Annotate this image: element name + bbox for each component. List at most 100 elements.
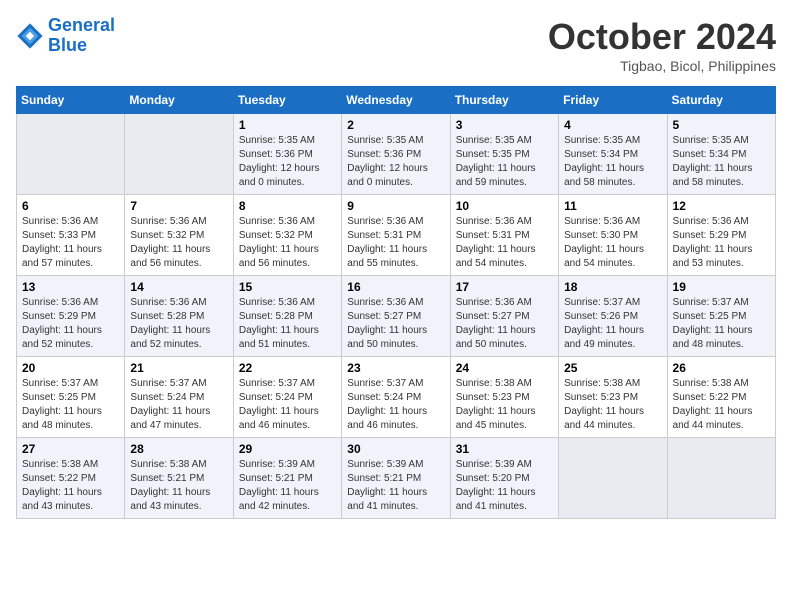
day-detail: Sunrise: 5:36 AM Sunset: 5:32 PM Dayligh… — [130, 215, 227, 271]
day-number: 12 — [673, 199, 770, 213]
day-detail: Sunrise: 5:39 AM Sunset: 5:20 PM Dayligh… — [456, 458, 553, 514]
calendar-cell: 29 Sunrise: 5:39 AM Sunset: 5:21 PM Dayli… — [233, 438, 341, 519]
day-detail: Sunrise: 5:36 AM Sunset: 5:29 PM Dayligh… — [22, 296, 119, 352]
calendar-week-row: 1 Sunrise: 5:35 AM Sunset: 5:36 PM Daylig… — [17, 114, 776, 195]
day-number: 4 — [564, 118, 661, 132]
day-detail: Sunrise: 5:36 AM Sunset: 5:31 PM Dayligh… — [347, 215, 444, 271]
day-number: 28 — [130, 442, 227, 456]
weekday-header: Friday — [559, 87, 667, 114]
day-number: 24 — [456, 361, 553, 375]
calendar-cell — [559, 438, 667, 519]
calendar-cell: 12 Sunrise: 5:36 AM Sunset: 5:29 PM Dayli… — [667, 195, 775, 276]
logo-line1: General — [48, 15, 115, 35]
day-number: 9 — [347, 199, 444, 213]
day-detail: Sunrise: 5:36 AM Sunset: 5:27 PM Dayligh… — [456, 296, 553, 352]
day-number: 1 — [239, 118, 336, 132]
weekday-header: Tuesday — [233, 87, 341, 114]
day-number: 17 — [456, 280, 553, 294]
calendar-cell: 28 Sunrise: 5:38 AM Sunset: 5:21 PM Dayli… — [125, 438, 233, 519]
day-detail: Sunrise: 5:36 AM Sunset: 5:28 PM Dayligh… — [239, 296, 336, 352]
day-number: 16 — [347, 280, 444, 294]
calendar-cell: 5Sunrise: 5:35 AM Sunset: 5:34 PM Daylig… — [667, 114, 775, 195]
day-number: 18 — [564, 280, 661, 294]
calendar-cell: 3 Sunrise: 5:35 AM Sunset: 5:35 PM Daylig… — [450, 114, 558, 195]
calendar-cell: 11 Sunrise: 5:36 AM Sunset: 5:30 PM Dayli… — [559, 195, 667, 276]
day-number: 7 — [130, 199, 227, 213]
calendar-table: SundayMondayTuesdayWednesdayThursdayFrid… — [16, 86, 776, 519]
calendar-cell: 1 Sunrise: 5:35 AM Sunset: 5:36 PM Daylig… — [233, 114, 341, 195]
day-detail: Sunrise: 5:36 AM Sunset: 5:28 PM Dayligh… — [130, 296, 227, 352]
calendar-cell — [667, 438, 775, 519]
calendar-cell: 14Sunrise: 5:36 AM Sunset: 5:28 PM Dayli… — [125, 276, 233, 357]
calendar-cell: 15 Sunrise: 5:36 AM Sunset: 5:28 PM Dayli… — [233, 276, 341, 357]
location: Tigbao, Bicol, Philippines — [548, 58, 776, 74]
day-number: 27 — [22, 442, 119, 456]
day-number: 3 — [456, 118, 553, 132]
day-detail: Sunrise: 5:38 AM Sunset: 5:22 PM Dayligh… — [673, 377, 770, 433]
calendar-cell — [125, 114, 233, 195]
calendar-cell: 26 Sunrise: 5:38 AM Sunset: 5:22 PM Dayli… — [667, 357, 775, 438]
calendar-cell: 17 Sunrise: 5:36 AM Sunset: 5:27 PM Dayli… — [450, 276, 558, 357]
day-number: 25 — [564, 361, 661, 375]
day-number: 20 — [22, 361, 119, 375]
day-detail: Sunrise: 5:39 AM Sunset: 5:21 PM Dayligh… — [239, 458, 336, 514]
day-number: 11 — [564, 199, 661, 213]
day-detail: Sunrise: 5:36 AM Sunset: 5:27 PM Dayligh… — [347, 296, 444, 352]
day-detail: Sunrise: 5:38 AM Sunset: 5:23 PM Dayligh… — [456, 377, 553, 433]
day-detail: Sunrise: 5:35 AM Sunset: 5:36 PM Dayligh… — [347, 134, 444, 190]
day-detail: Sunrise: 5:37 AM Sunset: 5:24 PM Dayligh… — [130, 377, 227, 433]
weekday-header: Sunday — [17, 87, 125, 114]
day-detail: Sunrise: 5:36 AM Sunset: 5:29 PM Dayligh… — [673, 215, 770, 271]
day-number: 22 — [239, 361, 336, 375]
day-number: 31 — [456, 442, 553, 456]
day-detail: Sunrise: 5:35 AM Sunset: 5:35 PM Dayligh… — [456, 134, 553, 190]
day-detail: Sunrise: 5:36 AM Sunset: 5:31 PM Dayligh… — [456, 215, 553, 271]
calendar-week-row: 27Sunrise: 5:38 AM Sunset: 5:22 PM Dayli… — [17, 438, 776, 519]
day-number: 29 — [239, 442, 336, 456]
day-detail: Sunrise: 5:35 AM Sunset: 5:36 PM Dayligh… — [239, 134, 336, 190]
day-detail: Sunrise: 5:36 AM Sunset: 5:30 PM Dayligh… — [564, 215, 661, 271]
calendar-cell: 10Sunrise: 5:36 AM Sunset: 5:31 PM Dayli… — [450, 195, 558, 276]
logo-text: General Blue — [48, 16, 115, 56]
day-detail: Sunrise: 5:38 AM Sunset: 5:21 PM Dayligh… — [130, 458, 227, 514]
day-detail: Sunrise: 5:37 AM Sunset: 5:25 PM Dayligh… — [22, 377, 119, 433]
day-detail: Sunrise: 5:39 AM Sunset: 5:21 PM Dayligh… — [347, 458, 444, 514]
day-detail: Sunrise: 5:36 AM Sunset: 5:32 PM Dayligh… — [239, 215, 336, 271]
day-detail: Sunrise: 5:37 AM Sunset: 5:24 PM Dayligh… — [239, 377, 336, 433]
calendar-cell: 7 Sunrise: 5:36 AM Sunset: 5:32 PM Daylig… — [125, 195, 233, 276]
day-number: 21 — [130, 361, 227, 375]
day-number: 30 — [347, 442, 444, 456]
day-detail: Sunrise: 5:37 AM Sunset: 5:25 PM Dayligh… — [673, 296, 770, 352]
logo-icon — [16, 22, 44, 50]
calendar-cell: 21 Sunrise: 5:37 AM Sunset: 5:24 PM Dayli… — [125, 357, 233, 438]
page-header: General Blue October 2024 Tigbao, Bicol,… — [16, 16, 776, 74]
logo-line2: Blue — [48, 35, 87, 55]
calendar-cell: 20 Sunrise: 5:37 AM Sunset: 5:25 PM Dayli… — [17, 357, 125, 438]
month-title: October 2024 — [548, 16, 776, 58]
day-detail: Sunrise: 5:35 AM Sunset: 5:34 PM Dayligh… — [564, 134, 661, 190]
day-detail: Sunrise: 5:37 AM Sunset: 5:24 PM Dayligh… — [347, 377, 444, 433]
day-detail: Sunrise: 5:36 AM Sunset: 5:33 PM Dayligh… — [22, 215, 119, 271]
calendar-cell: 31 Sunrise: 5:39 AM Sunset: 5:20 PM Dayli… — [450, 438, 558, 519]
calendar-week-row: 13Sunrise: 5:36 AM Sunset: 5:29 PM Dayli… — [17, 276, 776, 357]
day-detail: Sunrise: 5:38 AM Sunset: 5:23 PM Dayligh… — [564, 377, 661, 433]
day-number: 19 — [673, 280, 770, 294]
day-number: 2 — [347, 118, 444, 132]
calendar-header-row: SundayMondayTuesdayWednesdayThursdayFrid… — [17, 87, 776, 114]
calendar-week-row: 20 Sunrise: 5:37 AM Sunset: 5:25 PM Dayli… — [17, 357, 776, 438]
day-number: 6 — [22, 199, 119, 213]
calendar-cell — [17, 114, 125, 195]
calendar-cell: 22 Sunrise: 5:37 AM Sunset: 5:24 PM Dayli… — [233, 357, 341, 438]
logo: General Blue — [16, 16, 115, 56]
calendar-cell: 8Sunrise: 5:36 AM Sunset: 5:32 PM Daylig… — [233, 195, 341, 276]
day-number: 15 — [239, 280, 336, 294]
day-detail: Sunrise: 5:35 AM Sunset: 5:34 PM Dayligh… — [673, 134, 770, 190]
calendar-cell: 23Sunrise: 5:37 AM Sunset: 5:24 PM Dayli… — [342, 357, 450, 438]
calendar-week-row: 6 Sunrise: 5:36 AM Sunset: 5:33 PM Daylig… — [17, 195, 776, 276]
calendar-cell: 19 Sunrise: 5:37 AM Sunset: 5:25 PM Dayli… — [667, 276, 775, 357]
weekday-header: Thursday — [450, 87, 558, 114]
day-detail: Sunrise: 5:37 AM Sunset: 5:26 PM Dayligh… — [564, 296, 661, 352]
weekday-header: Monday — [125, 87, 233, 114]
weekday-header: Wednesday — [342, 87, 450, 114]
day-number: 26 — [673, 361, 770, 375]
